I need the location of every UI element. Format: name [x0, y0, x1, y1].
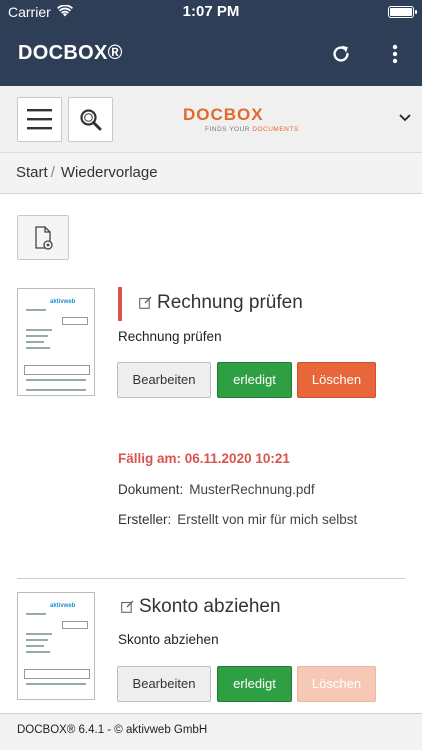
hamburger-menu-icon	[27, 109, 52, 130]
more-vertical-icon[interactable]	[386, 42, 404, 66]
delete-button[interactable]: Löschen	[297, 666, 376, 702]
edit-note-icon[interactable]	[121, 600, 134, 613]
footer-copyright: DOCBOX® 6.4.1 - © aktivweb GmbH	[17, 724, 208, 736]
task-subtitle: Skonto abziehen	[118, 632, 219, 647]
app-header: Carrier 1:07 PM DOCBOX®	[0, 0, 422, 86]
due-date: Fällig am: 06.11.2020 10:21	[118, 451, 290, 466]
creator-info: Ersteller: Erstellt von mir für mich selb…	[118, 512, 357, 527]
document-link[interactable]: MusterRechnung.pdf	[189, 482, 314, 497]
breadcrumb-current: Wiedervorlage	[60, 164, 158, 181]
document-thumbnail[interactable]: aktivweb	[17, 288, 95, 396]
creator-value: Erstellt von mir für mich selbst	[177, 512, 358, 527]
breadcrumb-separator: /	[50, 164, 55, 181]
task-title: Rechnung prüfen	[157, 292, 303, 313]
thumbnail-brand: aktivweb	[50, 603, 76, 609]
delete-button[interactable]: Löschen	[297, 362, 376, 398]
priority-marker	[118, 287, 122, 321]
task-divider	[17, 578, 405, 579]
app-title: DOCBOX®	[18, 42, 123, 64]
search-button[interactable]	[68, 97, 113, 142]
docbox-logo: DOCBOX FINDS YOUR DOCUMENTS	[183, 105, 323, 133]
edit-note-icon[interactable]	[139, 296, 152, 309]
breadcrumb-start[interactable]: Start	[16, 164, 48, 181]
footer: DOCBOX® 6.4.1 - © aktivweb GmbH	[0, 713, 422, 750]
task-subtitle: Rechnung prüfen	[118, 329, 222, 344]
document-settings-icon	[35, 226, 53, 250]
thumbnail-brand: aktivweb	[50, 299, 76, 305]
battery-icon	[388, 6, 417, 18]
logo-tagline: FINDS YOUR DOCUMENTS	[205, 126, 299, 133]
document-settings-button[interactable]	[17, 215, 69, 260]
edit-button[interactable]: Bearbeiten	[117, 362, 211, 398]
breadcrumb: Start / Wiedervorlage	[0, 153, 422, 194]
logo-wordmark: DOCBOX	[183, 105, 264, 124]
search-icon	[80, 109, 102, 131]
clock: 1:07 PM	[182, 3, 240, 20]
creator-label: Ersteller:	[118, 512, 172, 527]
menu-button[interactable]	[17, 97, 62, 142]
document-thumbnail[interactable]: aktivweb	[17, 592, 95, 700]
refresh-icon[interactable]	[330, 43, 352, 65]
document-label: Dokument:	[118, 482, 184, 497]
task-title: Skonto abziehen	[139, 596, 281, 617]
done-button[interactable]: erledigt	[217, 666, 292, 702]
app-screen: Carrier 1:07 PM DOCBOX® DOCBOX FINDS YOU…	[0, 0, 422, 750]
chevron-down-icon[interactable]	[398, 113, 412, 123]
document-info: Dokument: MusterRechnung.pdf	[118, 482, 315, 497]
status-bar: Carrier 1:07 PM	[0, 0, 422, 26]
toolbar: DOCBOX FINDS YOUR DOCUMENTS	[0, 86, 422, 153]
done-button[interactable]: erledigt	[217, 362, 292, 398]
edit-button[interactable]: Bearbeiten	[117, 666, 211, 702]
